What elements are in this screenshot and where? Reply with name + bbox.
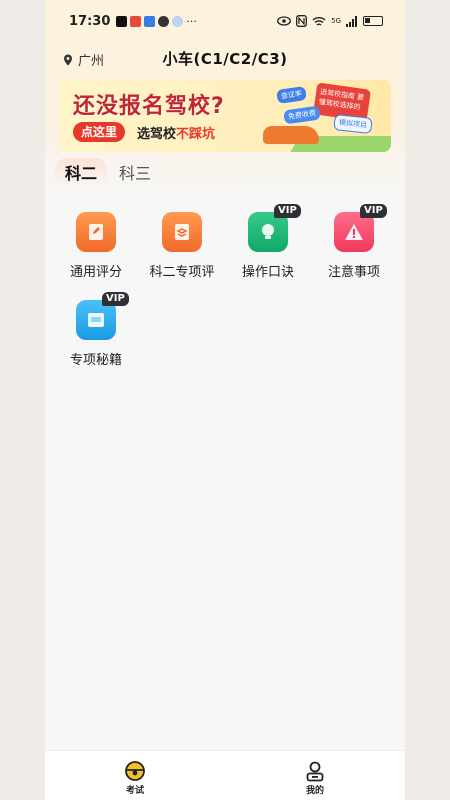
tab-subject-three[interactable]: 科三 (109, 158, 161, 188)
layers-icon (162, 212, 202, 252)
nav-exam[interactable]: 考试 (45, 751, 225, 800)
nfc-icon (296, 15, 308, 27)
status-bar: 17:30 ··· 5G (45, 8, 405, 34)
bottom-nav: 考试 我的 (45, 750, 405, 800)
grid-item-label: 注意事项 (327, 265, 380, 280)
banner-tag: 模拟项目 (333, 114, 373, 134)
grid-item-label: 科二专项评 (149, 265, 215, 280)
vip-badge: VIP (274, 204, 301, 218)
header: 广州 小车(C1/C2/C3) (45, 46, 405, 72)
banner-headline: 还没报名驾校? (73, 94, 225, 119)
status-right: 5G (277, 15, 383, 27)
tab-subject-two[interactable]: 科二 (55, 158, 108, 188)
banner-cta-button[interactable]: 点这里 (73, 122, 126, 142)
banner-tag: 免费收费 (283, 105, 321, 125)
grid-item-general-score[interactable]: 通用评分 (53, 212, 139, 300)
vip-badge: VIP (360, 204, 387, 218)
battery-icon (363, 16, 383, 26)
tiktok-icon (116, 15, 128, 27)
signal-icon (346, 15, 357, 27)
grid-item-subject-two-special[interactable]: 科二专项评 (139, 212, 225, 300)
lightbulb-icon (248, 212, 288, 252)
grid-item-precautions[interactable]: VIP 注意事项 (311, 204, 397, 300)
profile-icon (306, 761, 324, 782)
mail-icon (144, 15, 156, 27)
app-screen: 17:30 ··· 5G 广州 小车(C1/C2/C3) 还没报名驾校? 点这里 (45, 0, 405, 800)
grid-item-label: 专项秘籍 (69, 353, 122, 368)
subject-tabs: 科二 科三 (55, 158, 163, 188)
app-icon (130, 15, 142, 27)
grid-item-operation-tips[interactable]: VIP 操作口诀 (225, 204, 311, 300)
banner-car-graphic (263, 126, 319, 144)
banner-tag: 查证率 (276, 86, 307, 104)
more-dots-icon: ··· (186, 14, 197, 28)
grid-item-special-secrets[interactable]: VIP 专项秘籍 (53, 292, 139, 388)
banner-subtitle: 选驾校不踩坑 (137, 123, 215, 142)
edit-doc-icon (76, 212, 116, 252)
grid-item-label: 通用评分 (69, 265, 122, 280)
banner-subtitle-prefix: 选驾校 (137, 127, 177, 142)
nav-label: 我的 (305, 786, 324, 796)
license-type-title[interactable]: 小车(C1/C2/C3) (45, 48, 405, 69)
status-time: 17:30 (69, 13, 111, 29)
eye-icon (277, 16, 292, 26)
app-icon (172, 15, 184, 27)
vip-badge: VIP (102, 292, 129, 306)
driving-school-banner[interactable]: 还没报名驾校? 点这里 选驾校不踩坑 选驾校指南 要懂驾校选择的 查证率 免费收… (59, 80, 391, 152)
book-icon (76, 300, 116, 340)
grid-item-label: 操作口诀 (241, 265, 294, 280)
nav-profile[interactable]: 我的 (225, 751, 405, 800)
banner-subtitle-highlight: 不踩坑 (176, 127, 216, 142)
network-type: 5G (331, 17, 341, 25)
app-icon (158, 15, 170, 27)
nav-label: 考试 (125, 786, 144, 796)
feature-grid: 通用评分 科二专项评 VIP 操作口诀 VIP 注意事项 VIP 专项秘籍 (53, 204, 397, 388)
notification-icons: ··· (116, 15, 197, 28)
wifi-icon (312, 16, 326, 26)
warning-icon (334, 212, 374, 252)
steering-wheel-icon (125, 761, 145, 781)
